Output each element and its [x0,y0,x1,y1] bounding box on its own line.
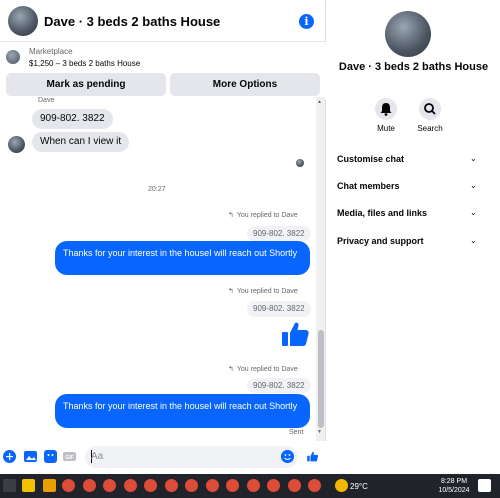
listing-thumbnail[interactable] [6,50,20,64]
incoming-message[interactable]: When can I view it [32,132,130,152]
notification-icon[interactable] [478,479,491,492]
reply-note-text: You replied to Dave [236,212,298,219]
chrome-icon[interactable] [267,479,280,492]
incoming-message[interactable]: 909-802. 3822 [32,109,113,129]
chrome-icon[interactable] [124,479,137,492]
chrome-icon[interactable] [103,479,116,492]
chrome-icon[interactable] [247,479,260,492]
chrome-icon[interactable] [83,479,96,492]
svg-text:GIF: GIF [65,455,73,461]
chrome-icon[interactable] [185,479,198,492]
customise-chat-row[interactable]: Customise chat [337,154,404,164]
clock-date: 10/5/2024 [438,487,470,494]
more-options-button[interactable]: More Options [170,73,320,96]
panel-conversation-name: Dave · 3 beds 2 baths House [338,61,489,73]
clock[interactable]: 8:28 PM 10/5/2024 [438,477,470,495]
outgoing-message[interactable]: Thanks for your interest in the houseI w… [55,394,310,428]
message-input-placeholder: Aa [91,451,104,462]
contact-avatar[interactable] [8,6,38,36]
chrome-icon[interactable] [165,479,178,492]
listing-summary[interactable]: $1,250 – 3 beds 2 baths House [29,59,140,68]
marketplace-label: Marketplace [29,47,73,56]
folder-icon[interactable] [43,479,56,492]
chat-members-row[interactable]: Chat members [337,181,400,191]
mark-as-pending-button[interactable]: Mark as pending [6,73,166,96]
quoted-message[interactable]: 909-802. 3822 [247,226,311,241]
weather-icon[interactable] [335,479,348,492]
file-explorer-icon[interactable] [22,479,35,492]
weather-temperature[interactable]: 29°C [350,482,368,491]
chrome-icon[interactable] [288,479,301,492]
reply-note: ↰ You replied to Dave [228,365,298,373]
message-timestamp: 20:27 [148,186,166,193]
chrome-icon[interactable] [308,479,321,492]
sender-name: Dave [38,97,55,104]
reply-arrow-icon: ↰ [228,366,234,373]
gif-icon[interactable]: GIF [63,450,76,463]
chevron-down-icon[interactable]: ⌄ [470,236,477,245]
scrollbar-thumb[interactable] [318,330,324,428]
conversation-title[interactable]: Dave · 3 beds 2 baths House [44,14,220,29]
mute-button[interactable] [375,98,397,120]
search-label: Search [417,124,443,133]
info-icon[interactable]: i [299,14,314,29]
chevron-down-icon[interactable]: ⌄ [470,181,477,190]
reply-note: ↰ You replied to Dave [228,287,298,295]
emoji-icon[interactable] [281,450,294,463]
outgoing-message[interactable]: Thanks for your interest in the houseI w… [55,241,310,275]
chrome-icon[interactable] [206,479,219,492]
chrome-icon[interactable] [144,479,157,492]
reply-note: ↰ You replied to Dave [228,211,298,219]
seen-indicator-avatar [296,159,304,167]
start-icon[interactable] [3,479,16,492]
bell-icon [380,103,392,116]
contact-avatar-large[interactable] [385,11,431,57]
quoted-message[interactable]: 909-802. 3822 [247,378,311,393]
thumbs-up-icon[interactable] [279,318,311,350]
chevron-down-icon[interactable]: ⌄ [470,154,477,163]
reply-arrow-icon: ↰ [228,212,234,219]
sent-status: Sent [289,429,304,436]
search-button[interactable] [419,98,441,120]
chrome-icon[interactable] [226,479,239,492]
privacy-support-row[interactable]: Privacy and support [337,236,424,246]
chevron-down-icon[interactable]: ⌄ [470,208,477,217]
messenger-window: Dave · 3 beds 2 baths House i Marketplac… [0,0,500,498]
message-input[interactable] [85,446,298,468]
sender-avatar[interactable] [8,136,25,153]
thumbs-up-send-icon[interactable] [306,450,319,463]
search-icon [424,103,436,115]
plus-circle-icon[interactable] [3,450,16,463]
scroll-down-arrow-icon[interactable]: ▼ [317,429,322,435]
mute-label: Mute [377,124,395,133]
reply-arrow-icon: ↰ [228,288,234,295]
media-files-links-row[interactable]: Media, files and links [337,208,427,218]
sticker-icon[interactable] [44,450,57,463]
chrome-icon[interactable] [62,479,75,492]
image-icon[interactable] [24,450,37,463]
scroll-up-arrow-icon[interactable]: ▲ [317,99,322,105]
quoted-message[interactable]: 909-802. 3822 [247,301,311,317]
reply-note-text: You replied to Dave [236,366,298,373]
clock-time: 8:28 PM [440,478,468,485]
reply-note-text: You replied to Dave [236,288,298,295]
